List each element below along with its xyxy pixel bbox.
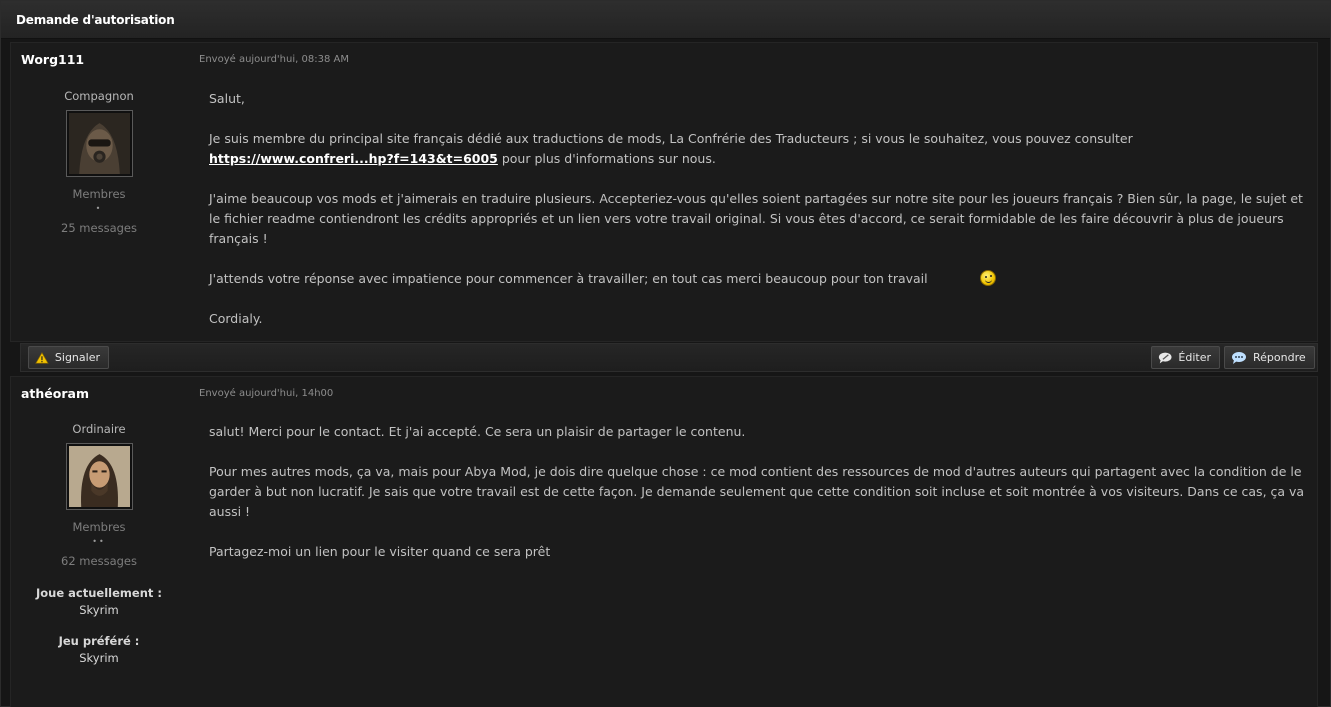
currently-playing-label: Joue actuellement : xyxy=(36,586,162,600)
reply-label: Répondre xyxy=(1253,351,1306,364)
edit-label: Éditer xyxy=(1178,351,1211,364)
post-paragraph: Pour mes autres mods, ça va, mais pour A… xyxy=(209,464,1305,519)
post-text: Je suis membre du principal site françai… xyxy=(209,131,1133,146)
post-2: athéoram Envoyé aujourd'hui, 14h00 Ordin… xyxy=(10,376,1318,707)
post-paragraph: Salut, xyxy=(209,91,245,106)
edit-bubble-icon xyxy=(1158,352,1172,363)
currently-playing-value: Skyrim xyxy=(79,603,119,617)
wink-smiley-icon xyxy=(979,270,996,286)
author-sidebar: Ordinaire Membres •• 62 messages Joue ac… xyxy=(11,422,187,665)
post-body: salut! Merci pour le contact. Et j'ai ac… xyxy=(209,422,1309,582)
thread-header: Demande d'autorisation xyxy=(1,1,1330,39)
rank-pips: •• xyxy=(92,537,106,546)
post-body: Salut, Je suis membre du principal site … xyxy=(209,89,1309,349)
report-label: Signaler xyxy=(54,351,100,364)
post-date: Envoyé aujourd'hui, 14h00 xyxy=(199,388,334,399)
post-text: J'attends votre réponse avec impatience … xyxy=(209,271,928,286)
report-button[interactable]: Signaler xyxy=(28,346,109,369)
reply-bubble-icon xyxy=(1232,351,1246,364)
rank-pips: • xyxy=(95,204,103,213)
author-rank: Compagnon xyxy=(64,89,134,103)
post-date: Envoyé aujourd'hui, 08:38 AM xyxy=(199,54,349,65)
reply-button[interactable]: Répondre xyxy=(1224,346,1315,369)
author-group: Membres xyxy=(72,187,126,201)
post-text: pour plus d'informations sur nous. xyxy=(497,151,716,166)
author-post-count: 62 messages xyxy=(61,554,137,568)
post-1: Worg111 Envoyé aujourd'hui, 08:38 AM Com… xyxy=(10,42,1318,342)
author-post-count: 25 messages xyxy=(61,221,137,235)
post-author[interactable]: Worg111 xyxy=(21,52,84,67)
post-author[interactable]: athéoram xyxy=(21,386,89,401)
post-paragraph: Cordialy. xyxy=(209,311,263,326)
avatar[interactable] xyxy=(65,110,133,177)
author-sidebar: Compagnon Membres • 25 messages xyxy=(11,89,187,235)
post-paragraph: J'attends votre réponse avec impatience … xyxy=(209,269,1309,289)
avatar[interactable] xyxy=(65,443,133,510)
favorite-game-value: Skyrim xyxy=(79,651,119,665)
post-paragraph: salut! Merci pour le contact. Et j'ai ac… xyxy=(209,424,746,439)
thread-title: Demande d'autorisation xyxy=(16,13,175,27)
avatar-image-portrait xyxy=(68,446,130,507)
warning-icon xyxy=(35,351,49,364)
post-action-bar: Signaler Éditer Répondre xyxy=(20,343,1318,372)
avatar-image-gasmask xyxy=(68,113,130,174)
post-paragraph: Partagez-moi un lien pour le visiter qua… xyxy=(209,544,551,559)
author-rank: Ordinaire xyxy=(72,422,126,436)
author-group: Membres xyxy=(72,520,126,534)
external-link[interactable]: https://www.confreri...hp?f=143&t=6005 xyxy=(209,151,498,166)
post-paragraph: J'aime beaucoup vos mods et j'aimerais e… xyxy=(209,191,1303,246)
favorite-game-label: Jeu préféré : xyxy=(58,634,140,648)
post-paragraph: Je suis membre du principal site françai… xyxy=(209,129,1309,169)
conversation-panel: Demande d'autorisation Worg111 Envoyé au… xyxy=(0,0,1331,707)
edit-button[interactable]: Éditer xyxy=(1151,346,1220,369)
